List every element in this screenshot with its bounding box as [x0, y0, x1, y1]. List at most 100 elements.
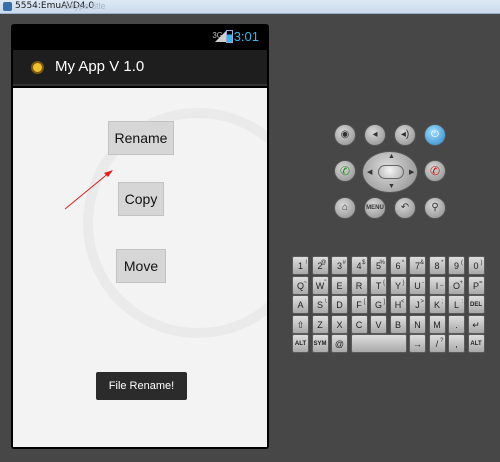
key-alt-label: ^	[401, 260, 405, 266]
key-0[interactable]: 0)	[467, 256, 485, 275]
key-sym[interactable]: SYM	[311, 334, 329, 353]
key-j[interactable]: J >	[409, 295, 426, 314]
key-5[interactable]: 5%	[370, 256, 387, 275]
key-,[interactable]: ,	[448, 334, 465, 353]
volume-up-icon[interactable]: ◂)	[394, 124, 416, 146]
key-label: K	[433, 300, 440, 310]
key-space[interactable]	[350, 334, 407, 353]
key-@[interactable]: @	[331, 334, 348, 353]
key-label: T	[375, 280, 382, 291]
key-label: I	[435, 280, 439, 291]
power-icon[interactable]: ⏻	[424, 124, 446, 146]
key-label: 9	[453, 261, 459, 271]
dpad-left-icon[interactable]: ◀	[367, 168, 372, 176]
key-label: 8	[434, 261, 440, 271]
key-label: X	[336, 319, 343, 330]
key-label: ⇧	[296, 319, 305, 330]
key-l[interactable]: L:	[448, 295, 465, 314]
end-call-icon[interactable]: ✆	[424, 160, 446, 182]
key-y[interactable]: Y}	[389, 275, 407, 295]
key-→[interactable]: →	[409, 334, 426, 353]
app-logo-icon	[31, 61, 44, 74]
dpad-right-icon[interactable]: ▶	[409, 168, 414, 176]
key-label: 0	[473, 261, 479, 271]
key-r[interactable]: R	[350, 275, 368, 295]
key-o[interactable]: O +	[448, 275, 465, 295]
key-alt-label: {	[382, 279, 385, 286]
key-label: A	[297, 300, 304, 310]
key-z[interactable]: Z	[311, 314, 329, 334]
key-6[interactable]: 6 ^	[389, 256, 407, 275]
app-title: My App V 1.0	[55, 58, 145, 75]
key-alt-label: "	[324, 279, 327, 286]
key-label: V	[375, 319, 382, 330]
key-alt-label: )	[480, 260, 483, 266]
key-q[interactable]: Q ~	[292, 275, 309, 295]
status-time: 3:01	[233, 29, 259, 44]
call-icon[interactable]: ✆	[334, 160, 356, 182]
key-v[interactable]: V	[370, 314, 387, 334]
key-7[interactable]: 7 &	[409, 256, 426, 275]
key-t[interactable]: T{	[370, 275, 387, 295]
back-icon[interactable]: ↶	[394, 197, 416, 219]
dpad-center-button[interactable]	[378, 165, 404, 179]
key-.[interactable]: .	[448, 314, 465, 334]
key-a[interactable]: A	[292, 295, 309, 314]
key-label: →	[413, 339, 422, 349]
key-1[interactable]: 1!	[292, 256, 309, 275]
key-/[interactable]: /?	[428, 334, 446, 353]
key-k[interactable]: K;	[428, 295, 446, 314]
key-3[interactable]: 3 #	[331, 256, 348, 275]
key-4[interactable]: 4 $	[350, 256, 368, 275]
volume-down-icon[interactable]: ◂	[364, 124, 386, 146]
key-label: S	[316, 300, 323, 310]
key-del[interactable]: DEL	[467, 295, 485, 314]
key-label: ALT	[294, 341, 307, 347]
key-i[interactable]: I _	[428, 275, 446, 295]
key-alt-label: [	[363, 299, 366, 305]
search-icon[interactable]: ⚲	[424, 197, 446, 219]
key-label: E	[336, 280, 343, 291]
key-g[interactable]: G]	[370, 295, 387, 314]
key-u[interactable]: U-	[409, 275, 426, 295]
key-m[interactable]: M	[428, 314, 446, 334]
key-⇧[interactable]: ⇧	[292, 314, 309, 334]
key-n[interactable]: N	[409, 314, 426, 334]
key-9[interactable]: 9(	[448, 256, 465, 275]
key-alt-label: >	[420, 299, 424, 305]
key-alt-label: *	[441, 260, 444, 266]
key-alt-label: <	[400, 299, 405, 305]
key-alt[interactable]: ALT	[292, 334, 309, 353]
hardware-keyboard: 1! 2 @3 #4 $5% 6 ^ 7 & 8 * 9(0) Q ~ W " E R T{Y} U - I _ O + P = A S…	[292, 256, 488, 353]
key-b[interactable]: B	[389, 314, 407, 334]
key-s[interactable]: S \	[311, 295, 329, 314]
action-bar: My App V 1.0	[13, 50, 267, 86]
key-label: ALT	[470, 341, 482, 347]
camera-icon[interactable]: ◉	[334, 124, 356, 146]
key-label: Y	[394, 280, 401, 291]
menu-button[interactable]: MENU	[364, 197, 386, 219]
key-d[interactable]: D	[331, 295, 348, 314]
key-alt-label: (	[461, 260, 463, 266]
key-label: M	[433, 319, 441, 330]
dpad-up-icon[interactable]: ▲	[388, 153, 395, 160]
key-↵[interactable]: ↵	[467, 314, 485, 334]
key-label: B	[394, 319, 401, 330]
key-alt-label: ?	[440, 338, 444, 344]
key-p[interactable]: P =	[467, 275, 485, 295]
key-e[interactable]: E	[331, 275, 348, 295]
key-x[interactable]: X	[331, 314, 348, 334]
key-label: 6	[395, 261, 401, 271]
key-f[interactable]: F[	[350, 295, 368, 314]
dpad[interactable]: ▲ ▼ ◀ ▶	[362, 151, 418, 193]
key-8[interactable]: 8 *	[428, 256, 446, 275]
home-icon[interactable]: ⌂	[334, 197, 356, 219]
dpad-down-icon[interactable]: ▼	[388, 183, 395, 190]
key-alt-label: !	[305, 260, 307, 266]
key-2[interactable]: 2 @	[311, 256, 329, 275]
key-h[interactable]: H <	[389, 295, 407, 314]
key-alt[interactable]: ALT	[467, 334, 485, 353]
key-c[interactable]: C	[350, 314, 368, 334]
key-w[interactable]: W "	[311, 275, 329, 295]
key-label: ↵	[472, 319, 480, 330]
